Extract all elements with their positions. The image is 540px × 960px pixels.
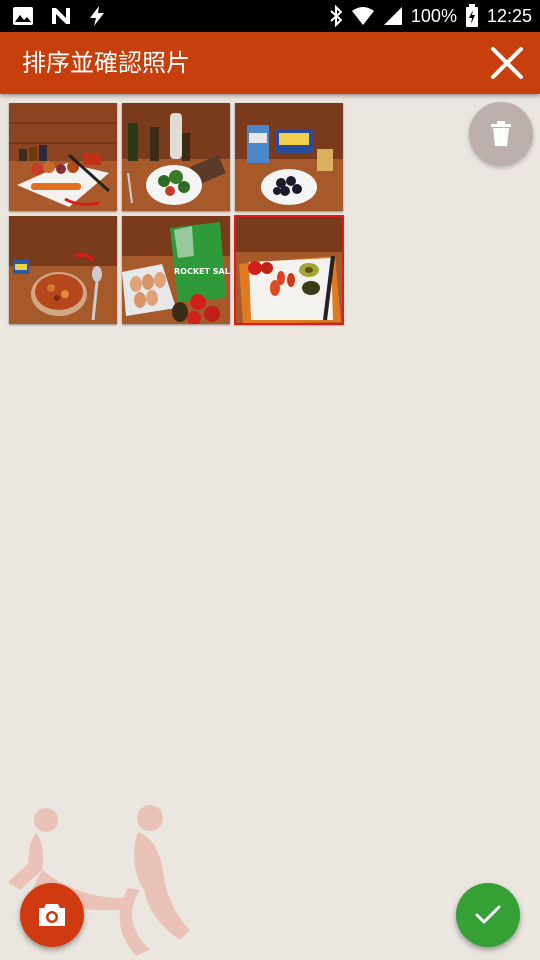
image-icon [13, 7, 33, 25]
photo-thumbnail-6[interactable] [234, 215, 344, 325]
wifi-icon [351, 7, 374, 25]
photo-thumbnail-1[interactable] [9, 103, 117, 211]
close-icon [491, 47, 523, 79]
close-button[interactable] [488, 44, 526, 82]
battery-charging-icon [465, 4, 478, 27]
clock: 12:25 [486, 5, 532, 26]
n-notification-icon [52, 8, 70, 24]
rocket-bag-label: ROCKET SALAD MIX [174, 267, 230, 276]
page-title: 排序並確認照片 [22, 49, 190, 77]
photo-thumbnail-3[interactable] [235, 103, 343, 211]
camera-button[interactable] [20, 883, 84, 947]
delete-photo-button[interactable] [469, 102, 533, 166]
photo-thumbnail-2[interactable] [122, 103, 230, 211]
check-icon [475, 905, 501, 924]
signal-icon [383, 7, 402, 25]
bluetooth-icon [330, 5, 343, 27]
flash-icon [90, 6, 104, 26]
photo-thumbnail-5[interactable]: ROCKET SALAD MIX [122, 216, 230, 324]
photo-thumbnail-4[interactable] [9, 216, 117, 324]
camera-icon [39, 904, 65, 926]
status-bar: 100% 12:25 [0, 0, 540, 32]
confirm-button[interactable] [456, 883, 520, 947]
battery-percent: 100% [410, 5, 457, 26]
app-bar: 排序並確認照片 [0, 32, 540, 94]
trash-icon [491, 121, 511, 146]
